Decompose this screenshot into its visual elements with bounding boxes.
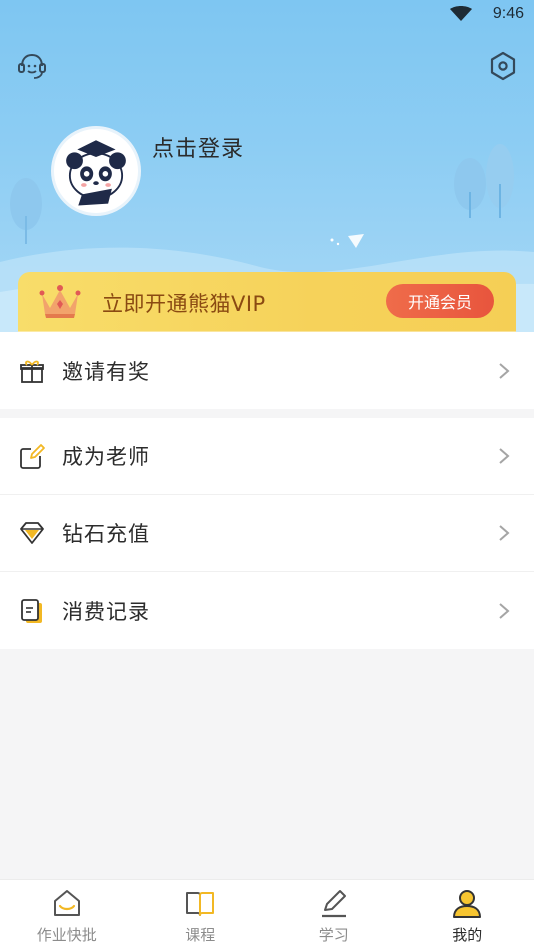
nav-label-study: 学习 <box>318 926 349 944</box>
pen-icon <box>321 890 346 918</box>
nav-item-homework[interactable]: 作业快批 <box>0 880 134 949</box>
status-bar: 9:46 <box>0 0 534 30</box>
menu-label-spending-record: 消费记录 <box>62 599 150 624</box>
paper-plane-decoration <box>330 234 364 248</box>
tree-left-decoration <box>10 178 42 244</box>
bottom-nav: 作业快批 课程 学习 我的 <box>0 879 534 949</box>
avatar[interactable] <box>51 126 141 216</box>
open-vip-button[interactable]: 开通会员 <box>386 284 494 318</box>
menu-group-invite: 邀请有奖 <box>0 332 534 409</box>
diamond-icon <box>20 522 44 544</box>
user-icon <box>453 890 482 918</box>
book-icon <box>186 892 215 916</box>
chevron-right-icon <box>499 525 510 541</box>
tree-right-decoration <box>454 144 514 218</box>
nav-label-mine: 我的 <box>452 926 483 944</box>
menu-item-diamond-recharge[interactable]: 钻石充值 <box>0 495 534 572</box>
menu-label-diamond-recharge: 钻石充值 <box>62 522 150 546</box>
gift-icon <box>20 360 44 383</box>
menu-item-become-teacher[interactable]: 成为老师 <box>0 418 534 495</box>
record-icon <box>21 598 42 623</box>
nav-label-homework: 作业快批 <box>36 926 97 944</box>
menu-group-main: 成为老师 钻石充值 消费记录 <box>0 418 534 649</box>
chevron-right-icon <box>499 602 510 619</box>
nav-item-study[interactable]: 学习 <box>267 880 401 949</box>
panda-avatar-icon <box>66 140 126 206</box>
chevron-right-icon <box>499 362 510 379</box>
menu-item-spending-record[interactable]: 消费记录 <box>0 572 534 649</box>
crown-icon <box>39 285 81 318</box>
menu-label-invite: 邀请有奖 <box>62 359 150 384</box>
profile-header: 9:46 点击登录 立即开通熊猫VIP 开通会员 <box>0 0 534 332</box>
edit-icon <box>20 444 45 469</box>
menu-item-invite[interactable]: 邀请有奖 <box>0 332 534 409</box>
nav-label-course: 课程 <box>185 926 216 944</box>
nav-item-course[interactable]: 课程 <box>134 880 268 949</box>
hexagon-settings-icon[interactable] <box>488 50 518 82</box>
nav-item-mine[interactable]: 我的 <box>401 880 534 949</box>
home-icon <box>53 890 80 916</box>
login-prompt[interactable]: 点击登录 <box>152 131 244 163</box>
headset-support-icon[interactable] <box>16 50 48 82</box>
status-time: 9:46 <box>492 5 524 22</box>
wifi-icon <box>450 6 472 21</box>
chevron-right-icon <box>499 448 510 464</box>
menu-label-become-teacher: 成为老师 <box>62 445 150 469</box>
vip-title: 立即开通熊猫VIP <box>102 292 266 316</box>
vip-banner[interactable]: 立即开通熊猫VIP 开通会员 <box>18 272 516 332</box>
